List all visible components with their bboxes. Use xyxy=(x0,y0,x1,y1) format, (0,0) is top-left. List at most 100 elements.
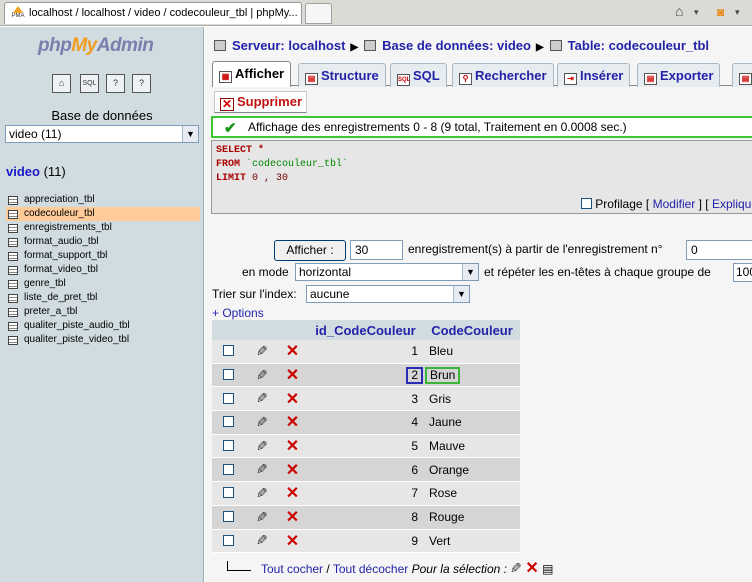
edit-pencil-icon[interactable]: ✎ xyxy=(256,414,268,431)
sidebar-item-table[interactable]: liste_de_pret_tbl xyxy=(6,291,200,305)
delete-x-icon[interactable]: ✕ xyxy=(286,533,299,550)
delete-x-icon[interactable]: ✕ xyxy=(286,367,299,384)
query-window-icon[interactable]: ? xyxy=(106,74,125,93)
sidebar-item-table[interactable]: genre_tbl xyxy=(6,277,200,291)
row-checkbox[interactable] xyxy=(223,440,234,452)
cell-codecouleur[interactable]: Vert xyxy=(424,529,520,554)
sql-icon[interactable]: SQL xyxy=(80,74,99,93)
sidebar-item-table[interactable]: qualiter_piste_audio_tbl xyxy=(6,319,200,333)
row-checkbox[interactable] xyxy=(223,511,234,523)
sort-index-select[interactable]: aucune ▼ xyxy=(306,285,470,303)
table-icon[interactable] xyxy=(8,265,18,275)
edit-pencil-icon[interactable]: ✎ xyxy=(256,485,268,502)
tab-export[interactable]: ▤ Exporter xyxy=(637,63,721,87)
home-icon[interactable]: ⌂ xyxy=(52,74,71,93)
start-row-input[interactable]: 0 xyxy=(686,240,752,260)
breadcrumb-database[interactable]: Base de données: video xyxy=(382,38,531,53)
chevron-down-icon[interactable]: ▾ xyxy=(694,7,699,25)
column-header-codecouleur[interactable]: CodeCouleur xyxy=(424,320,520,340)
cell-id[interactable]: 5 xyxy=(307,434,424,459)
edit-pencil-icon[interactable]: ✎ xyxy=(256,438,268,455)
tab-import[interactable]: ▤ xyxy=(732,63,752,87)
check-all-link[interactable]: Tout cocher xyxy=(261,562,323,576)
cell-codecouleur[interactable]: Jaune xyxy=(424,411,520,435)
cell-codecouleur[interactable]: Rose xyxy=(424,482,520,506)
table-icon[interactable] xyxy=(8,251,18,261)
edit-pencil-icon[interactable]: ✎ xyxy=(256,509,268,526)
delete-x-icon[interactable]: ✕ xyxy=(286,485,299,502)
cell-codecouleur[interactable]: Brun xyxy=(424,363,520,388)
sidebar-item-table[interactable]: qualiter_piste_video_tbl xyxy=(6,333,200,347)
cell-id[interactable]: 4 xyxy=(307,411,424,435)
chevron-down-icon[interactable]: ▾ xyxy=(735,7,740,25)
tab-browse[interactable]: ▦ Afficher xyxy=(212,61,292,87)
row-checkbox[interactable] xyxy=(223,392,234,404)
table-icon[interactable] xyxy=(8,321,18,331)
repeat-headers-input[interactable]: 100 xyxy=(733,263,752,282)
table-icon[interactable] xyxy=(8,223,18,233)
delete-x-icon[interactable]: ✕ xyxy=(286,509,299,526)
cell-id[interactable]: 3 xyxy=(307,387,424,412)
table-icon[interactable] xyxy=(8,195,18,205)
new-tab-button[interactable] xyxy=(305,3,332,24)
chevron-down-icon[interactable]: ▼ xyxy=(182,126,198,142)
cell-codecouleur[interactable]: Bleu xyxy=(424,340,520,364)
sidebar-item-table[interactable]: format_video_tbl xyxy=(6,263,200,277)
delete-x-icon[interactable]: ✕ xyxy=(286,343,299,360)
delete-x-icon[interactable]: ✕ xyxy=(286,391,299,408)
edit-pencil-icon[interactable]: ✎ xyxy=(256,343,268,360)
cell-id[interactable]: 7 xyxy=(307,482,424,506)
sidebar-item-table[interactable]: appreciation_tbl xyxy=(6,193,200,207)
cell-codecouleur[interactable]: Gris xyxy=(424,387,520,412)
column-header-id[interactable]: id_CodeCouleur xyxy=(307,320,424,340)
database-select[interactable]: video (11) ▼ xyxy=(5,125,199,143)
sidebar-item-table[interactable]: format_support_tbl xyxy=(6,249,200,263)
cell-codecouleur[interactable]: Rouge xyxy=(424,505,520,530)
row-checkbox[interactable] xyxy=(223,369,234,381)
edit-pencil-icon[interactable]: ✎ xyxy=(256,390,268,407)
explain-sql-link[interactable]: Expliquer xyxy=(712,197,752,211)
chevron-down-icon[interactable]: ▼ xyxy=(462,264,478,280)
tab-search[interactable]: ⚲ Rechercher xyxy=(452,63,554,87)
edit-pencil-icon[interactable]: ✎ xyxy=(256,461,268,478)
edit-pencil-icon[interactable]: ✎ xyxy=(256,367,268,384)
display-mode-select[interactable]: horizontal ▼ xyxy=(295,263,479,281)
cell-id[interactable]: 6 xyxy=(307,458,424,483)
chevron-down-icon[interactable]: ▼ xyxy=(453,286,469,302)
breadcrumb-server[interactable]: Serveur: localhost xyxy=(232,38,345,53)
docs-icon[interactable]: ? xyxy=(132,74,151,93)
delete-selected-icon[interactable]: ✕ xyxy=(525,560,538,577)
breadcrumb-table[interactable]: Table: codecouleur_tbl xyxy=(568,38,709,53)
table-icon[interactable] xyxy=(8,293,18,303)
database-link[interactable]: video xyxy=(6,164,40,179)
cell-id[interactable]: 9 xyxy=(307,529,424,554)
delete-x-icon[interactable]: ✕ xyxy=(286,438,299,455)
profiling-checkbox[interactable] xyxy=(580,198,592,209)
delete-x-icon[interactable]: ✕ xyxy=(286,414,299,431)
uncheck-all-link[interactable]: Tout décocher xyxy=(333,562,408,576)
tab-structure[interactable]: ▤ Structure xyxy=(298,63,386,87)
rss-feed-icon[interactable]: ◙ xyxy=(717,5,724,23)
cell-id[interactable]: 2 xyxy=(307,363,424,388)
table-icon[interactable] xyxy=(8,209,18,219)
table-icon[interactable] xyxy=(8,237,18,247)
row-checkbox[interactable] xyxy=(223,534,234,546)
row-checkbox[interactable] xyxy=(223,463,234,475)
cell-id[interactable]: 1 xyxy=(307,340,424,364)
edit-selected-icon[interactable]: ✎ xyxy=(510,560,522,577)
sidebar-item-table[interactable]: format_audio_tbl xyxy=(6,235,200,249)
tab-drop[interactable]: ✕ Supprimer xyxy=(214,91,308,113)
sidebar-item-table[interactable]: enregistrements_tbl xyxy=(6,221,200,235)
home-icon[interactable]: ⌂ xyxy=(675,3,683,21)
cell-codecouleur[interactable]: Mauve xyxy=(424,434,520,459)
row-checkbox[interactable] xyxy=(223,487,234,499)
show-button[interactable]: Afficher : xyxy=(274,240,346,261)
table-icon[interactable] xyxy=(8,335,18,345)
tab-sql[interactable]: SQL SQL xyxy=(390,63,447,87)
phpmyadmin-logo[interactable]: phpMyAdmin xyxy=(38,35,154,57)
table-icon[interactable] xyxy=(8,307,18,317)
export-selected-icon[interactable]: ▤ xyxy=(542,562,553,576)
sidebar-item-table[interactable]: preter_a_tbl xyxy=(6,305,200,319)
browser-tab-active[interactable]: PMA localhost / localhost / video / code… xyxy=(4,2,302,24)
tab-insert[interactable]: ⇥ Insérer xyxy=(557,63,631,87)
